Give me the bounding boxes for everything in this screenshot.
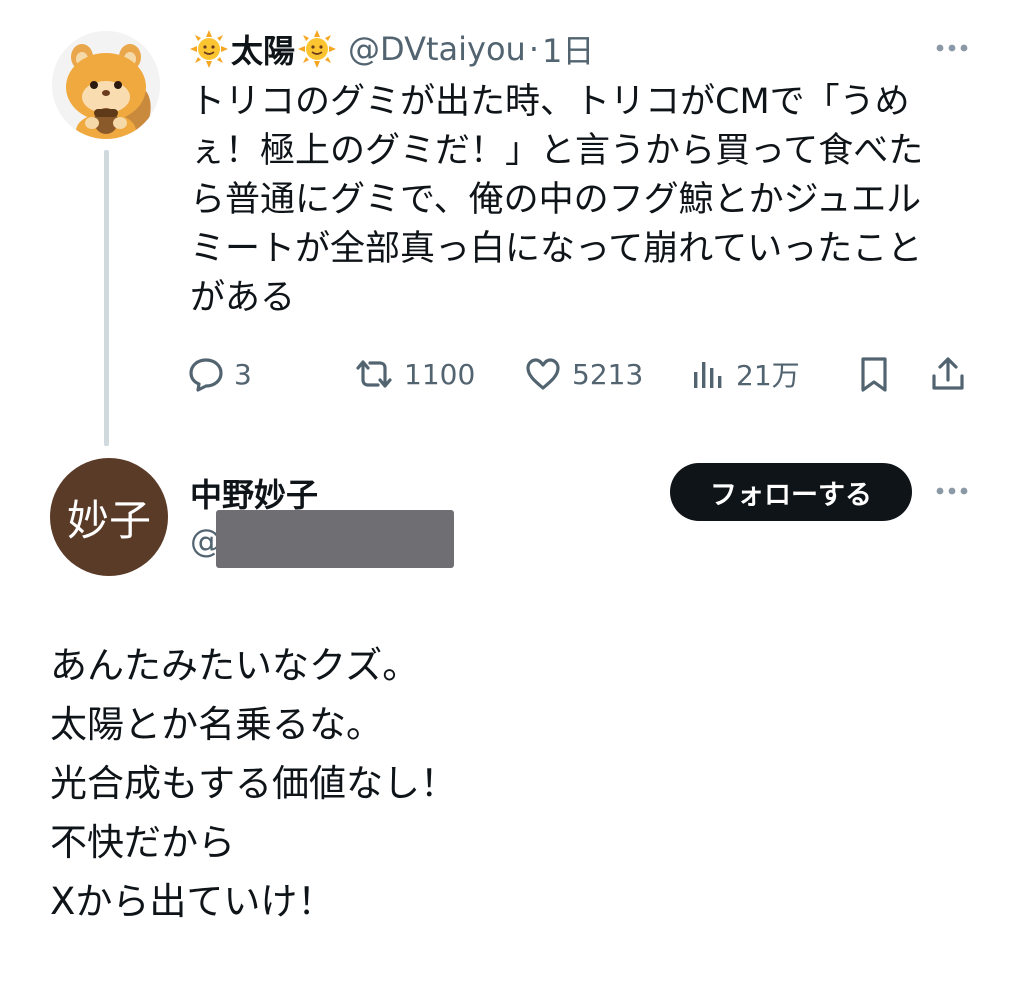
reply-button[interactable]: 3	[186, 350, 252, 398]
retweet-icon	[352, 354, 396, 394]
reply-text-line: 光合成もする価値なし！	[50, 762, 457, 805]
thread-connector-line	[104, 150, 109, 446]
reply-text-line: 太陽とか名乗るな。	[50, 703, 383, 746]
share-button[interactable]	[928, 350, 968, 398]
like-count: 5213	[572, 357, 644, 391]
tweet-text-line: ぇ！極上のグミだ！」と言うから買って食べた	[190, 131, 924, 171]
tweet-action-bar: 3 1100 5213 21万	[186, 350, 976, 398]
reply-text-line: Xから出ていけ！	[50, 880, 335, 923]
sun-icon	[298, 30, 337, 68]
views-button[interactable]: 21万	[688, 350, 800, 398]
follow-button[interactable]: フォローする	[670, 463, 912, 521]
display-name[interactable]: 太陽	[231, 26, 295, 72]
tweet-text-line: ミートが全部真っ白になって崩れていったこと	[190, 229, 923, 269]
tweet-text-line: ら普通にグミで、俺の中のフグ鯨とかジュエル	[190, 180, 922, 220]
reply-count: 3	[234, 357, 252, 391]
share-icon	[928, 354, 968, 394]
avatar-nakano[interactable]: 妙子	[50, 458, 168, 576]
tweet-text-line: トリコのグミが出た時、トリコがCMで「うめ	[190, 82, 910, 122]
separator-dot: ·	[528, 30, 539, 68]
more-icon[interactable]	[930, 477, 974, 505]
tweet-text-line: がある	[190, 278, 296, 318]
reply-icon	[186, 354, 226, 394]
tweet-text: トリコのグミが出た時、トリコがCMで「うめ ぇ！極上のグミだ！」と言うから買って食…	[190, 78, 980, 323]
retweet-count: 1100	[404, 357, 476, 391]
views-icon	[688, 354, 728, 394]
heart-icon	[522, 354, 564, 394]
user-handle[interactable]: @DVtaiyou	[348, 30, 526, 68]
tweet-timestamp[interactable]: 1日	[542, 26, 594, 72]
tweet-header: 太陽 @DVtaiyou · 1日	[190, 24, 594, 74]
squirrel-avatar-image	[52, 31, 160, 139]
reply-text-line: 不快だから	[50, 821, 235, 864]
bookmark-icon	[854, 354, 894, 394]
reply-text-line: あんたみたいなクズ。	[50, 644, 420, 687]
view-count: 21万	[736, 359, 800, 392]
redacted-handle-block	[216, 510, 454, 568]
retweet-button[interactable]: 1100	[352, 350, 475, 398]
like-button[interactable]: 5213	[522, 350, 643, 398]
avatar-text: 妙子	[66, 495, 151, 545]
avatar-taiyou[interactable]	[52, 31, 160, 139]
more-icon[interactable]	[930, 34, 974, 62]
bookmark-button[interactable]	[854, 350, 894, 398]
sun-icon	[190, 30, 228, 68]
reply-text: あんたみたいなクズ。 太陽とか名乗るな。 光合成もする価値なし！ 不快だから X…	[50, 636, 970, 931]
